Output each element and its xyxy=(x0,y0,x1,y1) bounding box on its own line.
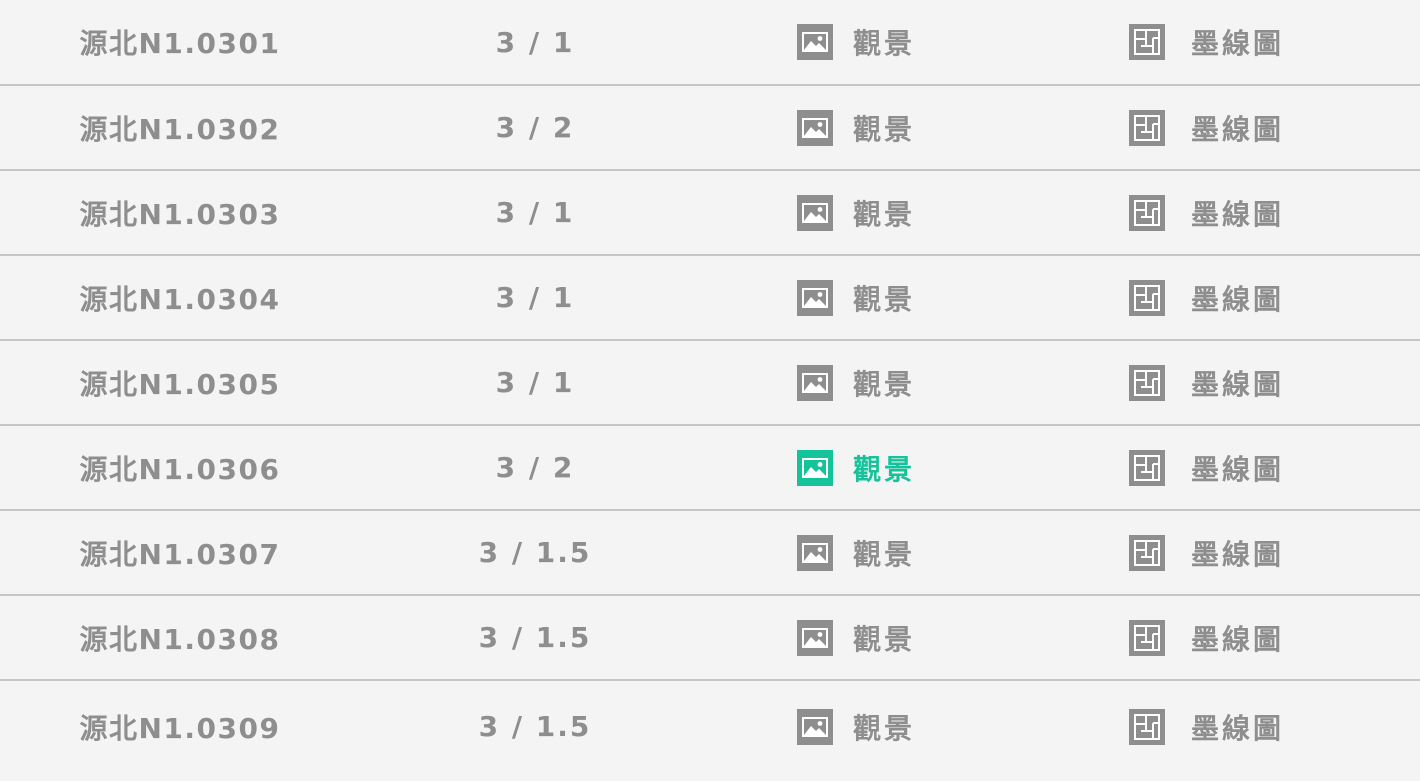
floorplan-link[interactable]: 墨線圖 xyxy=(1129,86,1329,169)
unit-name: 源北N1.0301 xyxy=(79,27,281,60)
floorplan-icon xyxy=(1129,279,1165,316)
unit-ratio: 3 / 2 xyxy=(495,111,575,144)
view-link[interactable]: 觀景 xyxy=(797,86,997,169)
table-row: 源北N1.0306 3 / 2 觀景 墨線圖 xyxy=(0,426,1420,511)
table-row: 源北N1.0308 3 / 1.5 觀景 墨線圖 xyxy=(0,596,1420,681)
floorplan-icon xyxy=(1129,619,1165,656)
image-icon xyxy=(797,194,833,231)
image-icon xyxy=(797,109,833,146)
floorplan-label: 墨線圖 xyxy=(1191,112,1285,146)
view-link[interactable]: 觀景 xyxy=(797,511,997,594)
view-label: 觀景 xyxy=(853,537,916,571)
unit-name: 源北N1.0306 xyxy=(79,452,281,486)
view-label: 觀景 xyxy=(853,112,916,146)
table-row: 源北N1.0301 3 / 1 觀景 墨線圖 xyxy=(0,0,1420,86)
view-label: 觀景 xyxy=(853,197,916,231)
table-row: 源北N1.0302 3 / 2 觀景 墨線圖 xyxy=(0,86,1420,171)
floorplan-label: 墨線圖 xyxy=(1191,537,1285,571)
view-link[interactable]: 觀景 xyxy=(797,341,997,424)
floorplan-label: 墨線圖 xyxy=(1191,27,1285,60)
image-icon xyxy=(797,619,833,656)
view-link[interactable]: 觀景 xyxy=(797,426,997,509)
floorplan-link[interactable]: 墨線圖 xyxy=(1129,256,1329,339)
view-label: 觀景 xyxy=(853,367,916,401)
floorplan-link[interactable]: 墨線圖 xyxy=(1129,681,1329,772)
table-row: 源北N1.0309 3 / 1.5 觀景 墨線圖 xyxy=(0,681,1420,772)
floorplan-link[interactable]: 墨線圖 xyxy=(1129,426,1329,509)
floorplan-icon xyxy=(1129,364,1165,401)
image-icon xyxy=(797,708,833,745)
image-icon xyxy=(797,534,833,571)
floorplan-icon xyxy=(1129,24,1165,60)
image-icon xyxy=(797,24,833,60)
unit-ratio: 3 / 1 xyxy=(495,196,575,229)
view-link[interactable]: 觀景 xyxy=(797,681,997,772)
view-link[interactable]: 觀景 xyxy=(797,0,997,84)
table-row: 源北N1.0305 3 / 1 觀景 墨線圖 xyxy=(0,341,1420,426)
table-row: 源北N1.0303 3 / 1 觀景 墨線圖 xyxy=(0,171,1420,256)
unit-name: 源北N1.0305 xyxy=(79,367,281,401)
unit-ratio: 3 / 1.5 xyxy=(478,621,592,654)
floorplan-label: 墨線圖 xyxy=(1191,282,1285,316)
floorplan-link[interactable]: 墨線圖 xyxy=(1129,596,1329,679)
floorplan-link[interactable]: 墨線圖 xyxy=(1129,171,1329,254)
unit-name: 源北N1.0302 xyxy=(79,112,281,146)
table-row: 源北N1.0304 3 / 1 觀景 墨線圖 xyxy=(0,256,1420,341)
floorplan-icon xyxy=(1129,708,1165,745)
unit-ratio: 3 / 1 xyxy=(495,25,575,59)
image-icon xyxy=(797,364,833,401)
floorplan-label: 墨線圖 xyxy=(1191,367,1285,401)
unit-table: 源北N1.0301 3 / 1 觀景 墨線圖 源北N1.0302 3 / 2 觀… xyxy=(0,0,1420,781)
view-label: 觀景 xyxy=(853,27,916,60)
floorplan-link[interactable]: 墨線圖 xyxy=(1129,511,1329,594)
unit-ratio: 3 / 1 xyxy=(495,281,575,314)
floorplan-label: 墨線圖 xyxy=(1191,452,1285,486)
floorplan-icon xyxy=(1129,109,1165,146)
unit-ratio: 3 / 2 xyxy=(495,451,575,484)
view-link[interactable]: 觀景 xyxy=(797,171,997,254)
image-icon xyxy=(797,449,833,486)
floorplan-label: 墨線圖 xyxy=(1191,622,1285,656)
floorplan-label: 墨線圖 xyxy=(1191,197,1285,231)
unit-ratio: 3 / 1 xyxy=(495,366,575,399)
view-label: 觀景 xyxy=(853,622,916,656)
floorplan-icon xyxy=(1129,194,1165,231)
floorplan-icon xyxy=(1129,534,1165,571)
unit-name: 源北N1.0304 xyxy=(79,282,281,316)
view-label: 觀景 xyxy=(853,711,916,745)
unit-name: 源北N1.0309 xyxy=(79,711,281,745)
unit-name: 源北N1.0303 xyxy=(79,197,281,231)
view-link[interactable]: 觀景 xyxy=(797,256,997,339)
unit-ratio: 3 / 1.5 xyxy=(478,536,592,569)
view-link[interactable]: 觀景 xyxy=(797,596,997,679)
table-row: 源北N1.0307 3 / 1.5 觀景 墨線圖 xyxy=(0,511,1420,596)
floorplan-label: 墨線圖 xyxy=(1191,711,1285,745)
view-label: 觀景 xyxy=(853,282,916,316)
unit-name: 源北N1.0307 xyxy=(79,537,281,571)
floorplan-link[interactable]: 墨線圖 xyxy=(1129,341,1329,424)
floorplan-icon xyxy=(1129,449,1165,486)
floorplan-link[interactable]: 墨線圖 xyxy=(1129,0,1329,84)
image-icon xyxy=(797,279,833,316)
view-label: 觀景 xyxy=(853,452,916,486)
unit-ratio: 3 / 1.5 xyxy=(478,710,592,743)
unit-name: 源北N1.0308 xyxy=(79,622,281,656)
